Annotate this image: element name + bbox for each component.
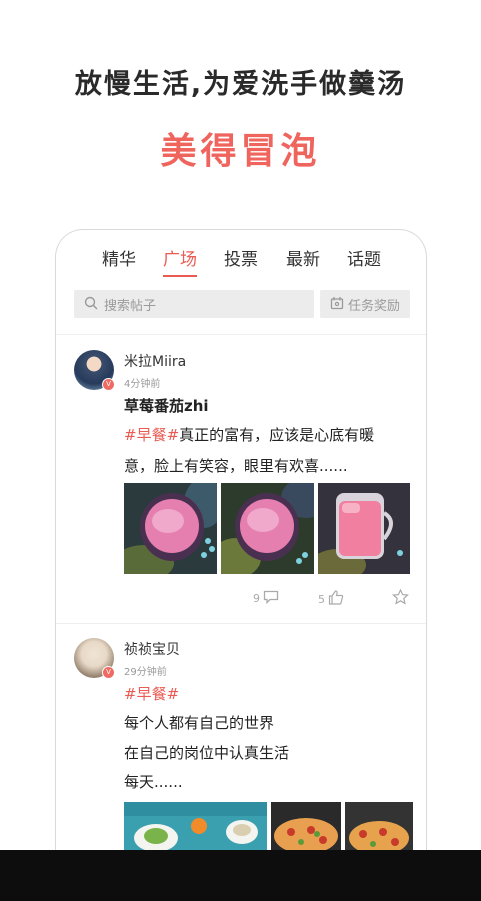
post-image-breakfast-spread[interactable] bbox=[124, 802, 267, 852]
task-reward-label: 任务奖励 bbox=[347, 298, 400, 314]
tab-bar: 精华 广场 投票 最新 话题 bbox=[56, 248, 426, 278]
search-bar[interactable]: 搜索帖子 bbox=[74, 290, 314, 318]
tab-square[interactable]: 广场 bbox=[163, 248, 197, 277]
comment-count: 9 bbox=[253, 592, 260, 605]
tab-vote[interactable]: 投票 bbox=[224, 248, 258, 272]
gift-calendar-icon bbox=[330, 295, 344, 314]
verified-badge-icon: V bbox=[102, 666, 115, 679]
tab-latest[interactable]: 最新 bbox=[286, 248, 320, 272]
post-text-line: 每个人都有自己的世界 bbox=[124, 714, 275, 732]
post-image-smoothie-glass[interactable] bbox=[318, 483, 410, 574]
post-text-line-2: 在自己的岗位中认真生活 bbox=[124, 744, 290, 762]
post-divider bbox=[56, 623, 426, 624]
post-time: 29分钟前 bbox=[124, 667, 167, 678]
verified-badge-icon: V bbox=[102, 378, 115, 391]
post-username[interactable]: 米拉Miira bbox=[124, 351, 186, 371]
menu-icon[interactable] bbox=[131, 894, 145, 901]
system-nav-bar bbox=[0, 850, 481, 901]
post-username[interactable]: 祯祯宝贝 bbox=[124, 639, 180, 659]
post-time: 4分钟前 bbox=[124, 379, 161, 390]
tab-topics[interactable]: 话题 bbox=[347, 248, 381, 272]
post-tag[interactable]: #早餐# bbox=[124, 683, 179, 704]
divider bbox=[56, 334, 426, 335]
comment-icon bbox=[263, 590, 279, 607]
favorite-button[interactable] bbox=[391, 588, 410, 608]
promo-headline: 放慢生活,为爱洗手做羹汤 bbox=[74, 69, 407, 100]
like-count-button[interactable]: 5 bbox=[318, 590, 344, 608]
post-image-pizza[interactable] bbox=[345, 802, 413, 852]
post-title[interactable]: 草莓番茄zhi bbox=[124, 395, 209, 416]
post-text-line-2: 意，脸上有笑容，眼里有欢喜...... bbox=[124, 457, 348, 475]
comment-count-button[interactable]: 9 bbox=[253, 590, 279, 607]
post-tag[interactable]: #早餐# bbox=[124, 426, 179, 444]
like-count: 5 bbox=[318, 592, 325, 606]
tab-featured[interactable]: 精华 bbox=[102, 248, 136, 272]
search-placeholder: 搜索帖子 bbox=[104, 298, 157, 314]
thumbs-up-icon bbox=[328, 590, 344, 608]
post-text-line-3: 每天...... bbox=[124, 773, 183, 791]
post-image-smoothie[interactable] bbox=[124, 483, 217, 574]
phone-frame: 精华 广场 投票 最新 话题 搜索帖子 任务奖励 V 米拉Miira 4分钟前 … bbox=[55, 229, 427, 869]
back-icon[interactable] bbox=[333, 894, 351, 901]
star-icon bbox=[391, 588, 410, 608]
post-text-line: #早餐#真正的富有，应该是心底有暖 bbox=[124, 424, 374, 445]
task-reward-button[interactable]: 任务奖励 bbox=[320, 290, 410, 318]
search-icon bbox=[84, 295, 98, 314]
post-image-smoothie[interactable] bbox=[221, 483, 314, 574]
promo-subheadline: 美得冒泡 bbox=[160, 131, 321, 172]
dot-icon[interactable] bbox=[188, 894, 194, 901]
post-text: 真正的富有，应该是心底有暖 bbox=[179, 426, 375, 444]
post-image-pizza[interactable] bbox=[271, 802, 341, 852]
home-icon[interactable] bbox=[230, 894, 250, 901]
